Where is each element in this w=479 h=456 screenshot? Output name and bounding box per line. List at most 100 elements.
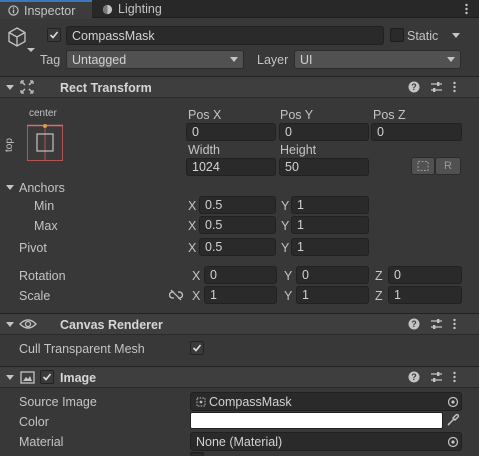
color-label: Color bbox=[19, 415, 49, 429]
presets-icon[interactable] bbox=[430, 318, 443, 330]
pos-z-field[interactable]: 0 bbox=[371, 123, 462, 141]
tab-lighting[interactable]: Lighting bbox=[94, 0, 174, 18]
rotation-y-axis: Y bbox=[284, 269, 293, 283]
presets-icon[interactable] bbox=[430, 81, 443, 93]
checkmark-icon bbox=[49, 31, 59, 39]
constrain-proportions-icon[interactable] bbox=[169, 289, 183, 301]
source-image-label: Source Image bbox=[19, 395, 97, 409]
pivot-y-field[interactable]: 1 bbox=[291, 238, 369, 256]
rotation-label: Rotation bbox=[19, 269, 66, 283]
foldout-arrow-icon[interactable] bbox=[6, 85, 14, 90]
static-dropdown[interactable] bbox=[452, 33, 460, 38]
scale-y-field[interactable]: 1 bbox=[296, 286, 369, 304]
chevron-down-icon bbox=[230, 57, 238, 62]
partial-checkbox[interactable] bbox=[190, 452, 204, 456]
object-name-input[interactable]: CompassMask bbox=[66, 26, 384, 45]
anchor-min-x-field[interactable]: 0.5 bbox=[199, 196, 276, 214]
rotation-z-field[interactable]: 0 bbox=[388, 266, 462, 284]
width-field[interactable]: 1024 bbox=[186, 158, 276, 176]
image-enabled-checkbox[interactable] bbox=[40, 370, 54, 384]
canvas-renderer-title: Canvas Renderer bbox=[60, 318, 163, 332]
rotation-x-field[interactable]: 0 bbox=[204, 266, 277, 284]
anchor-min-label: Min bbox=[34, 199, 55, 213]
image-header[interactable]: Image ? bbox=[0, 366, 479, 388]
scale-x-field[interactable]: 1 bbox=[204, 286, 277, 304]
pos-x-field[interactable]: 0 bbox=[186, 123, 276, 141]
pivot-x-field[interactable]: 0.5 bbox=[199, 238, 276, 256]
anchor-min-y-value: 1 bbox=[297, 198, 304, 212]
source-image-field[interactable]: CompassMask bbox=[190, 392, 462, 411]
anchor-min-y-axis: Y bbox=[281, 199, 290, 213]
scale-x-axis: X bbox=[192, 289, 201, 303]
eyedropper-icon[interactable] bbox=[446, 413, 460, 427]
more-options-icon[interactable] bbox=[453, 371, 456, 383]
cull-transparent-mesh-checkbox[interactable] bbox=[190, 341, 204, 355]
pivot-x-axis: X bbox=[188, 241, 197, 255]
tab-lighting-label: Lighting bbox=[118, 2, 162, 16]
pivot-y-axis: Y bbox=[281, 241, 290, 255]
help-icon[interactable]: ? bbox=[408, 371, 420, 383]
foldout-arrow-icon[interactable] bbox=[6, 375, 14, 380]
pos-y-label: Pos Y bbox=[280, 108, 314, 122]
anchor-preset-horizontal-label: center bbox=[29, 108, 57, 119]
rotation-z-axis: Z bbox=[375, 269, 383, 283]
anchor-max-y-field[interactable]: 1 bbox=[291, 216, 369, 234]
pivot-x-value: 0.5 bbox=[205, 240, 223, 254]
info-icon bbox=[8, 5, 19, 16]
scale-z-field[interactable]: 1 bbox=[388, 286, 462, 304]
height-field[interactable]: 50 bbox=[279, 158, 369, 176]
height-value: 50 bbox=[285, 160, 299, 174]
pos-x-value: 0 bbox=[192, 125, 199, 139]
more-options-icon[interactable] bbox=[453, 318, 456, 330]
pivot-label: Pivot bbox=[19, 241, 47, 255]
scale-x-value: 1 bbox=[210, 288, 217, 302]
more-options-icon[interactable] bbox=[453, 81, 456, 93]
anchor-min-x-axis: X bbox=[188, 199, 197, 213]
scale-y-axis: Y bbox=[284, 289, 293, 303]
foldout-arrow-icon[interactable] bbox=[6, 322, 14, 327]
blueprint-mode-button[interactable] bbox=[411, 157, 435, 175]
help-icon[interactable]: ? bbox=[408, 318, 420, 330]
anchors-foldout-icon[interactable] bbox=[6, 185, 14, 190]
layer-dropdown[interactable]: UI bbox=[294, 50, 461, 69]
gameobject-icon-dropdown[interactable] bbox=[27, 48, 35, 52]
object-picker-icon[interactable] bbox=[447, 436, 459, 448]
rotation-y-field[interactable]: 0 bbox=[296, 266, 369, 284]
rotation-y-value: 0 bbox=[302, 268, 309, 282]
scale-y-value: 1 bbox=[302, 288, 309, 302]
anchor-min-y-field[interactable]: 1 bbox=[291, 196, 369, 214]
gameobject-cube-icon bbox=[8, 27, 26, 47]
component-header-icons: ? bbox=[408, 318, 456, 330]
rect-transform-title: Rect Transform bbox=[60, 81, 152, 95]
help-icon[interactable]: ? bbox=[408, 81, 420, 93]
static-checkbox[interactable] bbox=[390, 28, 404, 42]
sprite-icon bbox=[196, 397, 206, 406]
static-label: Static bbox=[407, 29, 439, 43]
eye-icon bbox=[19, 319, 37, 329]
anchor-max-x-value: 0.5 bbox=[205, 218, 223, 232]
material-field[interactable]: None (Material) bbox=[190, 432, 462, 451]
color-swatch[interactable] bbox=[190, 412, 443, 429]
pos-y-field[interactable]: 0 bbox=[279, 123, 369, 141]
tab-inspector[interactable]: Inspector bbox=[0, 0, 92, 19]
rect-transform-icon bbox=[20, 80, 34, 94]
object-picker-icon[interactable] bbox=[447, 396, 459, 408]
anchor-preset-button[interactable] bbox=[27, 124, 63, 162]
pos-y-value: 0 bbox=[285, 125, 292, 139]
anchor-max-x-field[interactable]: 0.5 bbox=[199, 216, 276, 234]
component-header-icons: ? bbox=[408, 81, 456, 93]
raw-edit-button[interactable]: R bbox=[435, 157, 461, 175]
anchor-max-label: Max bbox=[34, 219, 58, 233]
scale-label: Scale bbox=[19, 289, 51, 303]
width-value: 1024 bbox=[192, 160, 220, 174]
tag-dropdown[interactable]: Untagged bbox=[66, 50, 244, 69]
tab-menu-icon[interactable] bbox=[465, 3, 468, 15]
height-label: Height bbox=[280, 143, 317, 157]
active-toggle[interactable] bbox=[47, 28, 61, 42]
tag-label: Tag bbox=[40, 53, 61, 67]
lighting-icon bbox=[102, 4, 113, 14]
rect-transform-header[interactable]: Rect Transform ? bbox=[0, 76, 479, 98]
presets-icon[interactable] bbox=[430, 371, 443, 383]
canvas-renderer-header[interactable]: Canvas Renderer ? bbox=[0, 313, 479, 335]
tag-value: Untagged bbox=[72, 52, 127, 67]
